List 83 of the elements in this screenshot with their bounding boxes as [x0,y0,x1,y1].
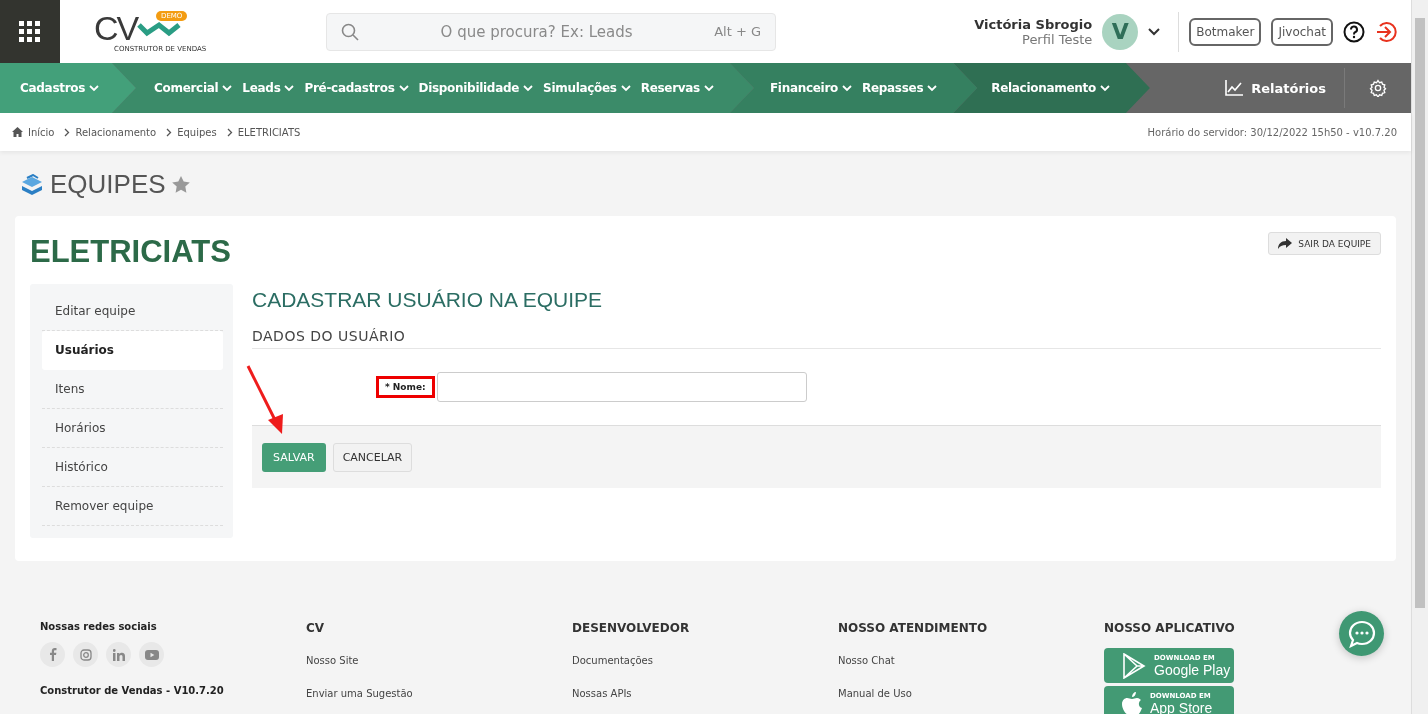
home-icon [12,127,23,137]
reports-link[interactable]: Relatórios [1225,80,1326,96]
search-field[interactable]: O que procura? Ex: Leads [369,21,705,42]
section-heading: DADOS DO USUÁRIO [252,328,1381,349]
chevron-right-icon [226,127,233,137]
user-profile: Perfil Teste [1022,31,1093,47]
footer-column-title: CV [306,621,326,635]
sidebar-item[interactable]: Itens [42,370,223,409]
footer-link[interactable]: Manual de Uso [838,688,1104,699]
chevron-right-icon [166,127,173,137]
sidebar-item[interactable]: Remover equipe [42,487,223,526]
nav-menu-item[interactable]: Pré-cadastros [304,81,409,95]
share-arrow-icon [1278,238,1293,249]
chat-icon [1347,619,1376,648]
nav-menu-item[interactable]: Simulações [543,81,631,95]
sidebar-item[interactable]: Usuários [42,331,223,370]
breadcrumb-link[interactable]: Equipes [177,126,217,138]
breadcrumb-link[interactable]: Relacionamento [75,126,157,138]
breadcrumb-link[interactable]: ELETRICIATS [237,126,301,138]
form-title: CADASTRAR USUÁRIO NA EQUIPE [252,288,604,312]
chevron-down-icon [927,84,938,92]
chat-tool-button[interactable]: Jivochat [1271,17,1333,46]
shortcut-hint: Alt + G [714,24,761,39]
sidebar-item[interactable]: Horários [42,409,223,448]
stack-hand-icon [20,173,44,196]
nav-menu-item[interactable]: Disponibilidade [418,81,534,95]
footer-link[interactable]: Nosso Site [306,655,572,666]
chat-bubble-button[interactable] [1339,611,1384,656]
apps-menu-button[interactable] [0,0,60,63]
chat-tool-button[interactable]: Botmaker [1189,17,1262,46]
chevron-down-icon [284,84,295,92]
footer-version: Construtor de Vendas - V10.7.20 [40,685,225,696]
social-title: Nossas redes sociais [40,621,158,632]
star-icon[interactable] [171,176,190,193]
chevron-down-icon[interactable] [1148,27,1161,36]
page-title: EQUIPES [50,169,166,200]
logo-letters: CV [94,10,138,45]
search-icon [341,22,359,41]
team-name: ELETRICIATS [30,233,231,270]
footer-column-title: DESENVOLVEDOR [572,621,691,635]
user-name: Victória Sbrogio [974,16,1093,32]
chevron-down-icon [703,84,714,92]
apple-icon [1122,691,1142,714]
chevron-down-icon [620,84,631,92]
nav-menu-item[interactable]: Relacionamento [991,81,1110,95]
logout-icon[interactable] [1375,20,1397,43]
settings-icon[interactable] [1369,79,1387,97]
facebook-icon[interactable] [40,642,65,667]
grid-icon [19,20,41,43]
chevron-down-icon [842,84,852,92]
sidebar-item[interactable]: Histórico [42,448,223,487]
footer-link[interactable]: Enviar uma Sugestão [306,688,572,699]
nav-menu-item[interactable]: Repasses [862,81,938,95]
play-triangle-icon [1122,652,1146,679]
nav-menu-item[interactable]: Leads [242,81,295,95]
instagram-icon[interactable] [73,642,98,667]
chevron-down-icon [398,84,409,92]
user-avatar[interactable]: V [1102,13,1139,50]
youtube-icon[interactable] [139,642,164,667]
help-icon[interactable] [1343,20,1365,43]
server-time: Horário do servidor: 30/12/2022 15h50 - v10.7.20 [1147,126,1397,138]
nav-menu-item[interactable]: Financeiro [769,81,852,95]
footer-column-title: NOSSO APLICATIVO [1104,621,1236,635]
name-input-field[interactable] [436,372,807,402]
line-chart-icon [1225,80,1244,96]
footer-link[interactable]: Documentações [572,655,838,666]
cancel-button[interactable]: CANCELAR [332,442,413,472]
store-name: Google Play [1154,661,1231,678]
breadcrumb-link[interactable]: Início [28,126,55,138]
footer-link[interactable]: Nosso Chat [838,655,1104,666]
chevron-down-icon [89,84,100,92]
chevron-down-icon [1099,84,1110,92]
scrollbar[interactable] [1411,0,1428,714]
nav-menu-item[interactable]: Comercial [154,81,233,95]
linkedin-icon[interactable] [106,642,131,667]
footer-column-title: NOSSO ATENDIMENTO [838,621,989,635]
footer-link[interactable]: Nossas APIs [572,688,838,699]
chevron-right-icon [64,127,71,137]
chevron-down-icon [222,84,233,92]
chevron-down-icon [523,84,534,92]
nav-menu-item[interactable]: Reservas [640,81,714,95]
leave-team-button[interactable]: SAIR DA EQUIPE [1268,232,1381,255]
name-label: * Nome: [376,376,435,398]
